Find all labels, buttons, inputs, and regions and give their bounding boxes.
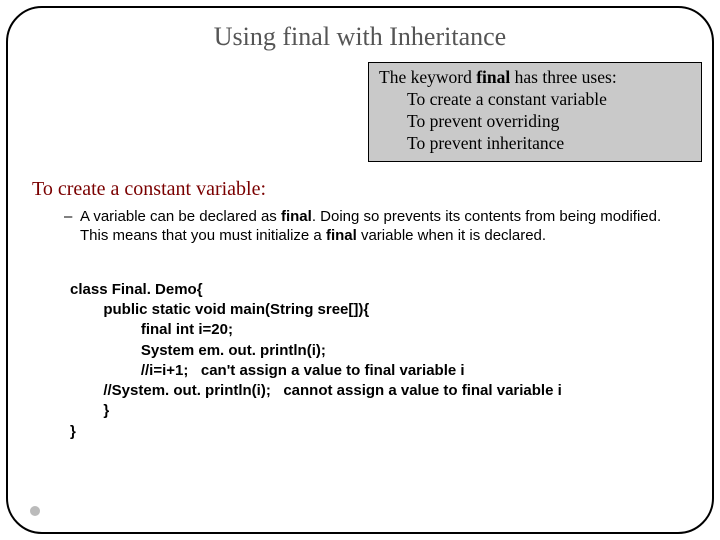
slide-number-dot	[30, 506, 40, 516]
callout-use-3: To prevent inheritance	[379, 133, 691, 155]
code-block: class Final. Demo{ public static void ma…	[32, 260, 688, 442]
bullet-item: – A variable can be declared as final. D…	[32, 207, 688, 246]
code-line-2: public static void main(String sree[]){	[70, 301, 369, 318]
code-line-7: }	[70, 402, 109, 419]
code-line-3: final int i=20;	[70, 321, 233, 338]
callout-intro-pre: The keyword	[379, 67, 476, 87]
code-line-5: //i=i+1; can't assign a value to final v…	[70, 362, 465, 379]
bullet-text: A variable can be declared as final. Doi…	[80, 207, 688, 246]
callout-intro: The keyword final has three uses:	[379, 67, 691, 89]
section-heading: To create a constant variable:	[32, 178, 688, 201]
code-line-8: }	[70, 423, 76, 440]
callout-use-1: To create a constant variable	[379, 89, 691, 111]
code-line-1: class Final. Demo{	[70, 281, 203, 298]
callout-box: The keyword final has three uses: To cre…	[368, 62, 702, 162]
code-line-6: //System. out. println(i); cannot assign…	[70, 382, 562, 399]
bullet-kw1: final	[281, 208, 312, 225]
slide-frame: Using final with Inheritance The keyword…	[6, 6, 714, 534]
callout-intro-post: has three uses:	[510, 67, 616, 87]
code-line-4: System em. out. println(i);	[70, 342, 326, 359]
callout-intro-keyword: final	[476, 67, 510, 87]
callout-use-2: To prevent overriding	[379, 111, 691, 133]
bullet-p1: A variable can be declared as	[80, 208, 281, 225]
bullet-dash: –	[64, 207, 80, 246]
slide-title: Using final with Inheritance	[32, 22, 688, 52]
bullet-p3: variable when it is declared.	[357, 227, 546, 244]
bullet-kw2: final	[326, 227, 357, 244]
